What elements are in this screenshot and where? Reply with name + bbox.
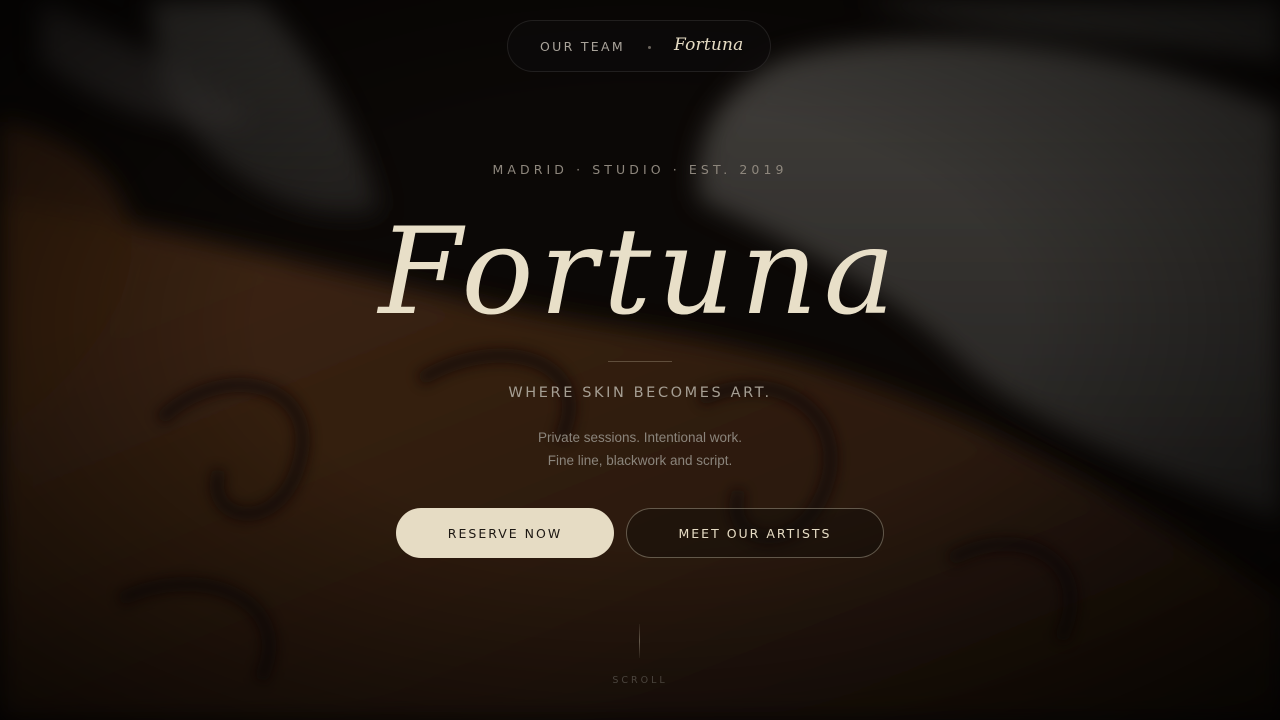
- top-nav-pill: OUR TEAM Fortuna: [507, 20, 771, 72]
- reserve-now-button[interactable]: RESERVE NOW: [396, 508, 614, 558]
- scroll-indicator-label[interactable]: SCROLL: [0, 675, 1280, 686]
- hero-tagline: WHERE SKIN BECOMES ART.: [508, 385, 772, 401]
- hero-description-line-2: Fine line, blackwork and script.: [547, 453, 733, 468]
- hero-divider: [608, 361, 672, 362]
- nav-separator-dot: [648, 46, 651, 49]
- hero-description-line-1: Private sessions. Intentional work.: [537, 430, 743, 445]
- meet-our-artists-button[interactable]: MEET OUR ARTISTS: [626, 508, 884, 558]
- hero-background-photo: [0, 0, 1280, 720]
- hero-eyebrow: MADRID · STUDIO · EST. 2019: [492, 162, 788, 177]
- nav-link-our-team[interactable]: OUR TEAM: [540, 39, 625, 54]
- scroll-indicator-line: [639, 624, 640, 658]
- hero-title: Fortuna: [378, 203, 902, 342]
- nav-brand-logo[interactable]: Fortuna: [674, 35, 744, 55]
